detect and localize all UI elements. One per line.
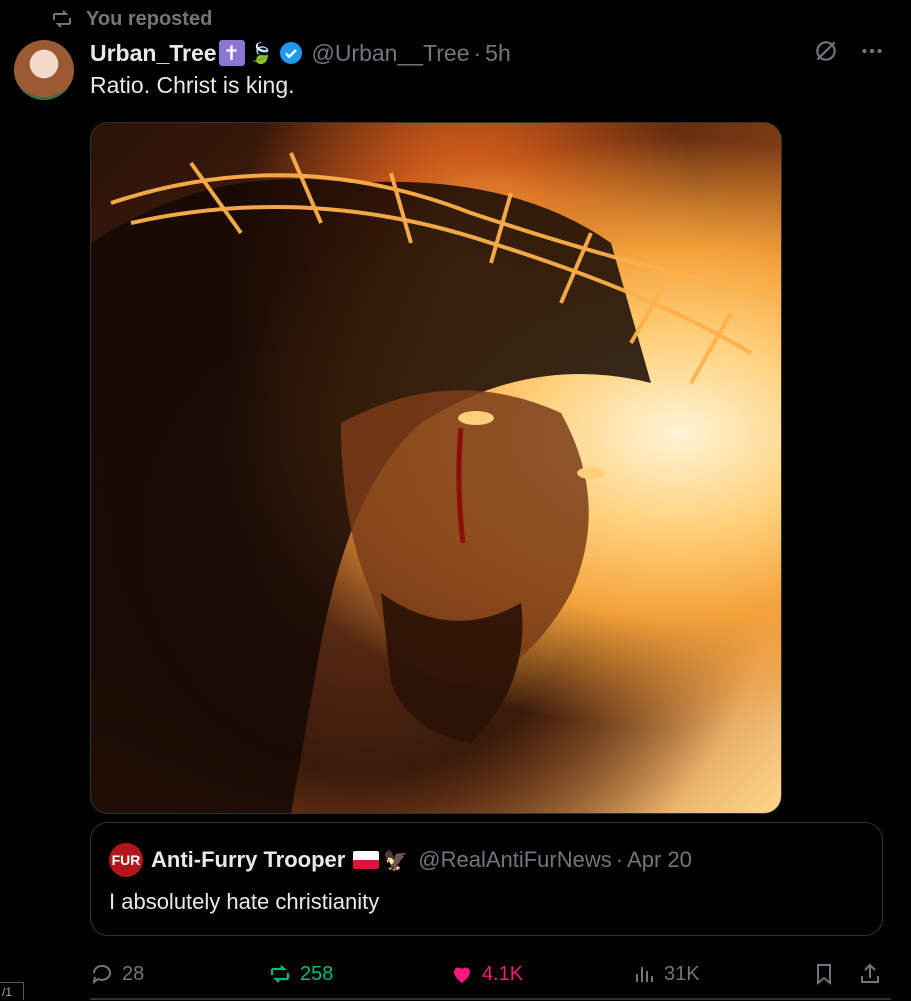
handle[interactable]: @Urban__Tree bbox=[311, 40, 469, 67]
quoted-date: Apr 20 bbox=[627, 847, 692, 872]
like-count: 4.1K bbox=[482, 962, 524, 985]
repost-notice: You reposted bbox=[50, 6, 212, 32]
poland-flag-icon bbox=[353, 851, 380, 869]
artwork-image-icon bbox=[91, 152, 772, 813]
bookmark-button[interactable] bbox=[812, 962, 836, 986]
quoted-post-header: FUR Anti-Furry Trooper 🦅 @RealAntiFurNew… bbox=[109, 843, 692, 877]
sidebar-fragment: /1 bbox=[0, 982, 24, 1000]
bookmark-icon bbox=[817, 964, 831, 986]
separator-dot: · bbox=[473, 39, 482, 66]
reply-icon bbox=[92, 964, 111, 985]
views-count: 31K bbox=[664, 962, 700, 985]
more-options-icon[interactable] bbox=[859, 38, 885, 64]
quoted-post[interactable]: FUR Anti-Furry Trooper 🦅 @RealAntiFurNew… bbox=[90, 822, 883, 936]
timestamp[interactable]: 5h bbox=[485, 40, 511, 67]
quoted-avatar-text: FUR bbox=[111, 852, 141, 868]
share-button[interactable] bbox=[858, 962, 882, 986]
quoted-display-name: Anti-Furry Trooper bbox=[151, 847, 346, 872]
quoted-handle: @RealAntiFurNews bbox=[418, 847, 612, 872]
repost-button[interactable]: 258 bbox=[268, 962, 333, 986]
heart-filled-icon bbox=[454, 967, 470, 983]
reply-button[interactable]: 28 bbox=[90, 962, 144, 986]
like-button[interactable]: 4.1K bbox=[450, 962, 523, 986]
reply-count: 28 bbox=[122, 962, 145, 985]
eagle-emoji-icon: 🦅 bbox=[383, 849, 409, 872]
avatar[interactable] bbox=[14, 40, 74, 100]
post-media-image[interactable] bbox=[90, 122, 782, 814]
quoted-separator-dot: · bbox=[615, 847, 624, 872]
repost-notice-text: You reposted bbox=[86, 7, 213, 30]
display-name[interactable]: Urban_Tree bbox=[90, 40, 217, 67]
views-chart-icon bbox=[636, 967, 653, 982]
verified-badge-icon bbox=[280, 42, 303, 64]
post-header: Urban_Tree ✝ 🍃 @Urban__Tree · 5h bbox=[90, 38, 891, 68]
post-header-actions bbox=[813, 38, 885, 64]
tweet-text: Ratio. Christ is king. bbox=[90, 72, 295, 98]
quoted-avatar[interactable]: FUR bbox=[109, 843, 143, 877]
leaf-emoji-icon: 🍃 bbox=[248, 42, 274, 65]
action-bar: 28 258 4.1K 31K bbox=[90, 958, 890, 990]
repost-count: 258 bbox=[300, 962, 334, 985]
quoted-text: I absolutely hate christianity bbox=[109, 889, 380, 914]
repost-active-icon bbox=[270, 965, 290, 983]
repost-icon bbox=[53, 10, 71, 28]
views-button[interactable]: 31K bbox=[632, 962, 700, 986]
share-icon bbox=[861, 963, 879, 983]
cross-badge-icon: ✝ bbox=[218, 40, 245, 66]
grok-icon[interactable] bbox=[813, 38, 839, 64]
